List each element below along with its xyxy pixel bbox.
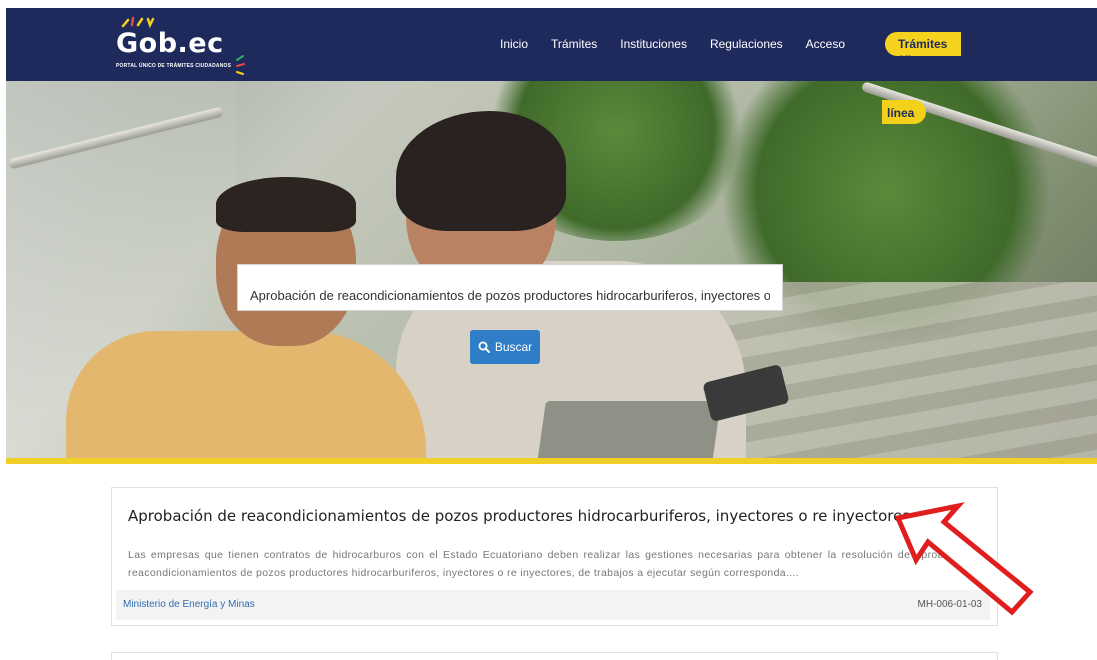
nav-acceso[interactable]: Acceso — [806, 37, 845, 51]
main-nav: Inicio Trámites Instituciones Regulacion… — [500, 37, 868, 51]
search-icon — [478, 341, 490, 353]
nav-inicio[interactable]: Inicio — [500, 37, 528, 51]
result-card[interactable]: Aprobación de reacondicionamientos de po… — [111, 487, 998, 626]
hero-accent-stripe — [6, 458, 1097, 464]
search-input[interactable] — [237, 264, 783, 311]
nav-tramites[interactable]: Trámites — [551, 37, 597, 51]
logo-chevron-icon — [236, 55, 245, 75]
red-arrow-icon — [894, 502, 1034, 616]
hero-man — [66, 177, 426, 462]
top-navbar: Gob.ec PORTAL ÚNICO DE TRÁMITES CIUDADAN… — [6, 8, 1097, 81]
hero-laptop — [536, 401, 721, 462]
gob-ec-logo[interactable]: Gob.ec PORTAL ÚNICO DE TRÁMITES CIUDADAN… — [110, 16, 260, 76]
nav-instituciones[interactable]: Instituciones — [620, 37, 687, 51]
logo-wordmark: Gob.ec — [116, 28, 224, 59]
result-description: Las empresas que tienen contratos de hid… — [128, 549, 988, 579]
tramites-en-linea-button-wrap[interactable]: línea — [882, 100, 926, 124]
tramites-en-linea-button[interactable]: Trámites en — [885, 32, 961, 65]
search-button-label: Buscar — [494, 340, 533, 354]
logo-subtitle: PORTAL ÚNICO DE TRÁMITES CIUDADANOS — [116, 63, 232, 69]
search-button[interactable]: Buscar — [470, 330, 540, 364]
result-card-next[interactable] — [111, 652, 998, 660]
result-title[interactable]: Aprobación de reacondicionamientos de po… — [128, 507, 910, 525]
result-footer: Ministerio de Energía y Minas MH-006-01-… — [116, 590, 990, 620]
nav-regulaciones[interactable]: Regulaciones — [710, 37, 783, 51]
page: Gob.ec PORTAL ÚNICO DE TRÁMITES CIUDADAN… — [6, 8, 1097, 660]
result-institution-link[interactable]: Ministerio de Energía y Minas — [123, 599, 255, 610]
